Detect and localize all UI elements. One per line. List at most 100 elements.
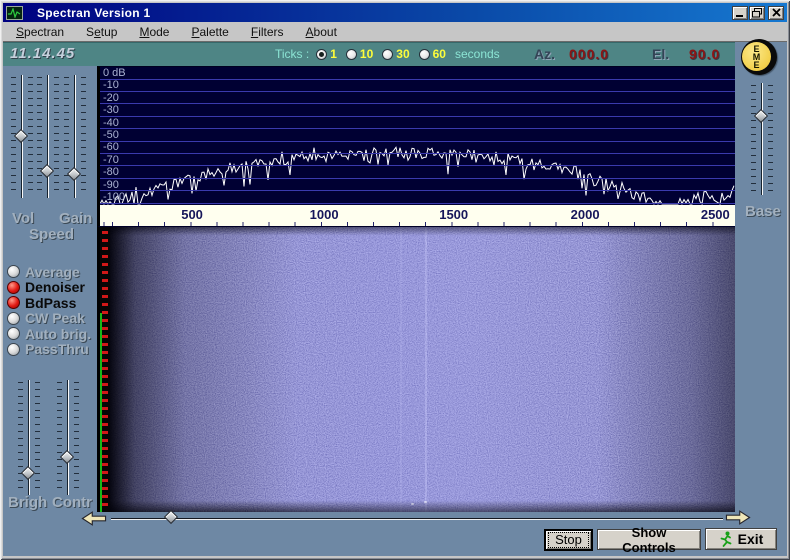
brigh-slider-thumb[interactable] [21,466,35,480]
eme-logo: E M E [741,39,777,75]
slider-ticks [64,77,69,196]
radio-icon[interactable] [316,49,327,60]
radio-icon[interactable] [7,312,20,325]
app-icon [6,6,23,20]
menu-item-setup[interactable]: Setup [75,23,128,41]
menu-item-filters[interactable]: Filters [240,23,295,41]
freq-tick-label: 500 [181,207,203,222]
scroll-left-arrow-icon[interactable] [81,511,107,526]
az-value: 000.0 [569,46,609,62]
exit-button-label: Exit [738,531,764,547]
show-controls-button[interactable]: Show Controls [597,529,701,550]
exit-button[interactable]: Exit [705,528,777,550]
tick-radio-label: 10 [360,47,373,61]
freq-tick-label: 1000 [310,207,339,222]
db-axis-label: -100 [103,192,125,202]
radio-icon[interactable] [7,281,20,294]
axis-ticks [100,222,735,226]
db-axis-label: -70 [103,155,119,165]
speed-slider-thumb[interactable] [40,164,54,178]
eme-letter: E [753,61,759,69]
close-button[interactable] [768,6,784,20]
control-auto-brig[interactable]: Auto brig. [7,326,91,342]
grid-line [100,79,735,80]
vol-slider-thumb[interactable] [14,128,28,142]
control-label: BdPass [25,295,76,311]
menu-item-mode[interactable]: Mode [128,23,180,41]
spectrum-plot: 0 dB-10-20-30-40-50-60-70-80-90-100 [97,66,735,205]
db-axis-label: -20 [103,93,119,103]
slider-ticks [768,85,773,193]
grid-line [100,141,735,142]
freq-tick-label: 2500 [701,207,730,222]
speed-slider[interactable] [37,75,59,198]
tick-radio-label: 60 [433,47,446,61]
db-axis-label: -40 [103,118,119,128]
db-axis-label: -80 [103,167,119,177]
base-slider-thumb[interactable] [754,109,768,123]
gain-slider[interactable] [64,75,86,198]
contr-label: Contr [52,494,92,511]
grid-line [100,203,735,204]
slider-ticks [18,382,23,493]
contr-slider[interactable] [57,380,79,495]
control-cw-peak[interactable]: CW Peak [7,311,91,327]
restore-button[interactable] [749,6,765,20]
grid-line [100,190,735,191]
exit-running-man-icon [719,531,734,548]
window-title: Spectran Version 1 [37,6,150,20]
waterfall-display [97,227,735,512]
grid-line [100,153,735,154]
speed-label: Speed [29,226,74,243]
tick-radio-1[interactable]: 1 [316,47,337,61]
control-bdpass[interactable]: BdPass [7,295,91,311]
vol-slider[interactable] [11,75,33,198]
brigh-label: Brigh [8,494,47,511]
contr-slider-thumb[interactable] [60,450,74,464]
radio-icon[interactable] [7,265,20,278]
stop-button[interactable]: Stop [545,530,592,550]
clock-display: 11.14.45 [10,45,75,62]
radio-icon[interactable] [419,49,430,60]
gain-slider-thumb[interactable] [67,167,81,181]
grid-line [100,103,735,104]
tick-radio-30[interactable]: 30 [382,47,409,61]
control-label: CW Peak [25,310,85,326]
base-slider[interactable] [751,83,773,195]
scrollbar-track[interactable] [111,518,723,520]
db-axis-label: -10 [103,80,119,90]
waterfall-green-marker [100,313,102,513]
ticks-options: 1 10 30 60 [316,47,446,61]
menubar: SpectranSetupModePaletteFiltersAbout [3,22,787,42]
slider-ticks [81,77,86,196]
db-axis-label: -50 [103,130,119,140]
radio-icon[interactable] [7,296,20,309]
filter-controls: AverageDenoiserBdPassCW PeakAuto brig.Pa… [7,264,91,357]
minimize-button[interactable] [732,6,748,20]
scroll-right-arrow-icon[interactable] [725,510,751,525]
stop-button-label: Stop [548,532,589,548]
control-denoiser[interactable]: Denoiser [7,280,91,296]
tick-radio-60[interactable]: 60 [419,47,446,61]
radio-icon[interactable] [7,327,20,340]
titlebar[interactable]: Spectran Version 1 [3,3,787,22]
menu-item-about[interactable]: About [295,23,348,41]
radio-icon[interactable] [382,49,393,60]
slider-track[interactable] [47,75,49,198]
spectrum-trace [100,67,735,205]
tick-radio-10[interactable]: 10 [346,47,373,61]
scrollbar-thumb[interactable] [164,510,178,524]
slider-track[interactable] [761,83,763,195]
radio-icon[interactable] [346,49,357,60]
slider-track[interactable] [67,380,69,495]
control-passthru[interactable]: PassThru [7,342,91,358]
menu-item-spectran[interactable]: Spectran [5,23,75,41]
menu-item-palette[interactable]: Palette [180,23,239,41]
radio-icon[interactable] [7,343,20,356]
grid-line [100,116,735,117]
control-label: Auto brig. [25,326,91,342]
waterfall-scale-ticks [102,231,108,510]
slider-ticks [28,77,33,196]
control-average[interactable]: Average [7,264,91,280]
brigh-slider[interactable] [18,380,40,495]
